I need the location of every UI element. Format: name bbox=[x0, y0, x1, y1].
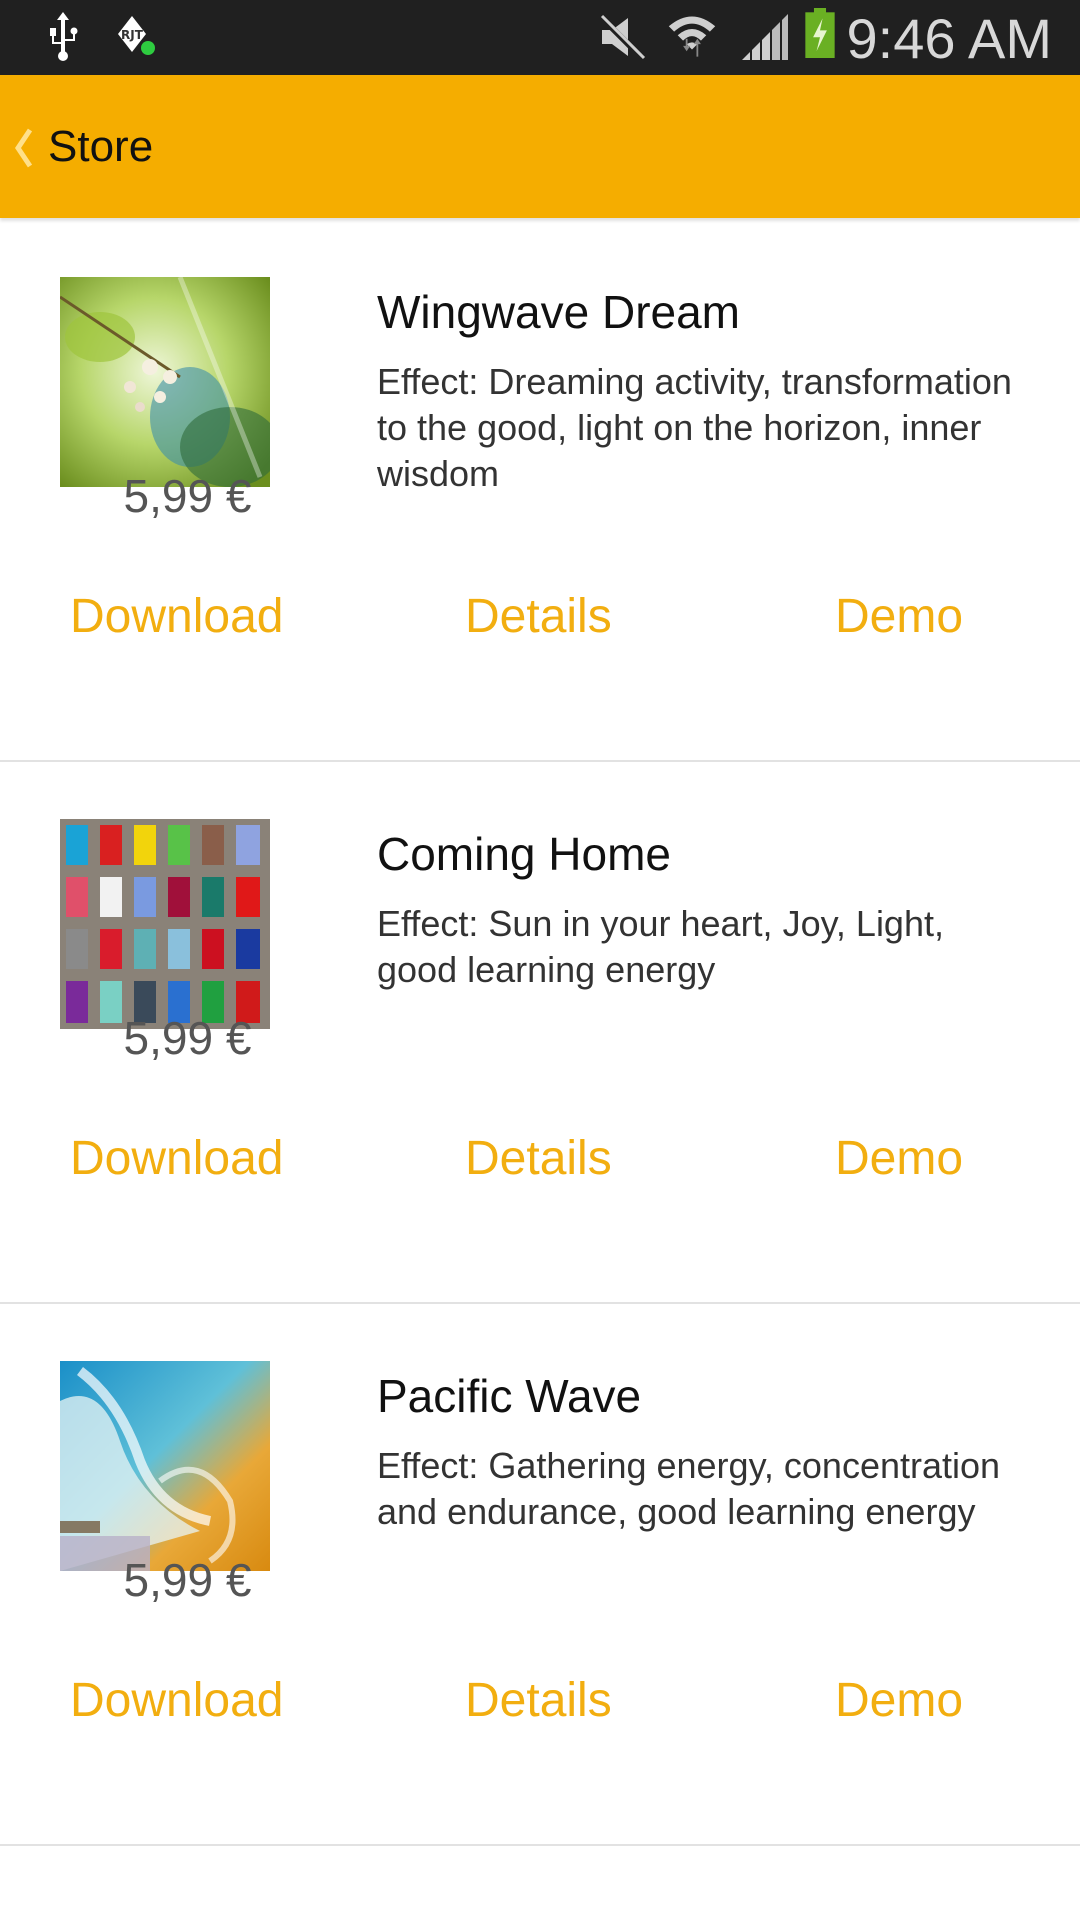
item-description: Effect: Dreaming activity, transformatio… bbox=[377, 361, 1012, 494]
app-notification-icon: RJT bbox=[118, 16, 155, 55]
item-title: Wingwave Dream bbox=[377, 286, 740, 338]
status-time: 9:46 AM bbox=[846, 7, 1052, 70]
item-price: 5,99 € bbox=[123, 1554, 252, 1606]
status-bar: RJT 9:46 AM bbox=[0, 0, 1080, 75]
item-price: 5,99 € bbox=[123, 1012, 252, 1064]
download-button[interactable]: Download bbox=[70, 1673, 283, 1728]
divider bbox=[0, 1844, 1080, 1846]
mute-icon bbox=[598, 13, 646, 61]
item-title: Coming Home bbox=[377, 828, 671, 880]
download-button[interactable]: Download bbox=[70, 589, 283, 644]
details-button[interactable]: Details bbox=[465, 1131, 612, 1186]
item-title: Pacific Wave bbox=[377, 1370, 642, 1422]
ocean-wave-thumbnail bbox=[60, 1361, 270, 1571]
svg-text:RJT: RJT bbox=[121, 28, 144, 42]
wifi-icon bbox=[668, 16, 716, 57]
download-button[interactable]: Download bbox=[70, 1131, 283, 1186]
action-bar: Store bbox=[0, 75, 1080, 218]
list-item: Wingwave Dream Effect: Dreaming activity… bbox=[0, 219, 1080, 762]
signal-icon bbox=[742, 14, 788, 60]
battery-charging-icon bbox=[805, 8, 835, 58]
usb-icon bbox=[50, 12, 78, 61]
demo-button[interactable]: Demo bbox=[835, 1131, 963, 1186]
page-title: Store bbox=[48, 122, 154, 171]
item-price: 5,99 € bbox=[123, 470, 252, 522]
back-button[interactable]: Store bbox=[0, 75, 180, 218]
chevron-left-icon bbox=[14, 128, 33, 168]
details-button[interactable]: Details bbox=[465, 1673, 612, 1728]
list-item: Pacific Wave Effect: Gathering energy, c… bbox=[0, 1303, 1080, 1846]
item-description: Effect: Sun in your heart, Joy, Light, g… bbox=[377, 903, 944, 990]
blossom-branch-thumbnail bbox=[60, 277, 270, 487]
list-item: Coming Home Effect: Sun in your heart, J… bbox=[0, 761, 1080, 1304]
item-description: Effect: Gathering energy, concentration … bbox=[377, 1445, 1001, 1532]
demo-button[interactable]: Demo bbox=[835, 589, 963, 644]
demo-button[interactable]: Demo bbox=[835, 1673, 963, 1728]
details-button[interactable]: Details bbox=[465, 589, 612, 644]
colorful-doors-thumbnail bbox=[60, 819, 270, 1029]
